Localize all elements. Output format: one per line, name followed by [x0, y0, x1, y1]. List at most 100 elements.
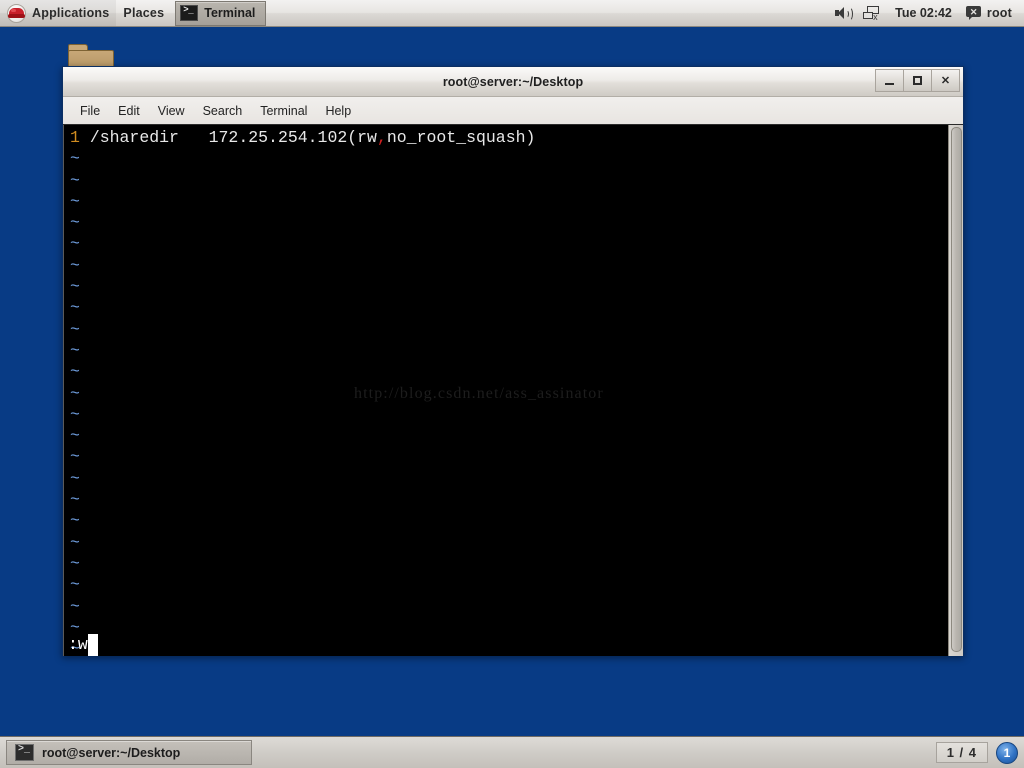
vim-tilde: ~: [70, 277, 80, 297]
vim-empty-line: ~: [64, 212, 948, 233]
vim-empty-line: ~: [64, 446, 948, 467]
vim-line-comma: ,: [376, 128, 387, 147]
menu-file[interactable]: File: [71, 101, 109, 121]
vim-tilde: ~: [70, 298, 80, 318]
menu-edit[interactable]: Edit: [109, 101, 149, 121]
vim-tilde: ~: [70, 575, 80, 595]
task-button-label: root@server:~/Desktop: [42, 745, 181, 760]
vim-tilde: ~: [70, 553, 80, 573]
vim-empty-line: ~: [64, 297, 948, 318]
vim-tilde: ~: [70, 191, 80, 211]
menu-view[interactable]: View: [149, 101, 194, 121]
minimize-button[interactable]: [875, 69, 904, 92]
window-buttons: ✕: [875, 69, 960, 92]
vim-empty-line: ~: [64, 489, 948, 510]
vim-tilde: ~: [70, 149, 80, 169]
vim-tilde: ~: [70, 426, 80, 446]
vim-empty-line: ~: [64, 276, 948, 297]
vim-tilde: ~: [70, 532, 80, 552]
vim-empty-line: ~: [64, 191, 948, 212]
vim-empty-line: ~: [64, 170, 948, 191]
vim-tilde: ~: [70, 511, 80, 531]
vim-tilde: ~: [70, 319, 80, 339]
terminal-scrollbar-thumb[interactable]: [951, 127, 962, 652]
vim-empty-line: ~: [64, 404, 948, 425]
vim-empty-lines: ~ ~ ~ ~ ~ ~ ~ ~ ~ ~ ~ ~ ~ ~ ~ ~ ~ ~ ~ ~ ~ ~ ~ ~: [64, 148, 948, 656]
menu-search[interactable]: Search: [194, 101, 252, 121]
vim-empty-line: ~: [64, 148, 948, 169]
close-icon: ✕: [940, 75, 951, 87]
menu-bar: File Edit View Search Terminal Help: [63, 97, 963, 125]
window-list-item-terminal[interactable]: Terminal: [175, 0, 267, 26]
vim-empty-line: ~: [64, 574, 948, 595]
terminal-icon: [180, 5, 199, 21]
vim-command-text: :w: [68, 635, 88, 654]
vim-line-number: 1: [70, 128, 80, 147]
task-button-terminal[interactable]: root@server:~/Desktop: [6, 740, 252, 765]
vim-empty-line: ~: [64, 510, 948, 531]
window-title: root@server:~/Desktop: [442, 74, 584, 89]
vim-cursor: [87, 634, 98, 656]
window-titlebar[interactable]: root@server:~/Desktop ✕: [63, 67, 963, 97]
menu-terminal[interactable]: Terminal: [251, 101, 316, 121]
redhat-icon: [7, 3, 26, 23]
user-menu-label[interactable]: root: [987, 6, 1020, 20]
window-list: Terminal: [175, 0, 267, 27]
vim-empty-line: ~: [64, 553, 948, 574]
applications-menu[interactable]: Applications: [0, 0, 117, 26]
vim-empty-line: ~: [64, 532, 948, 553]
terminal-scrollbar[interactable]: [948, 125, 963, 656]
vim-tilde: ~: [70, 383, 80, 403]
vim-empty-line: ~: [64, 233, 948, 254]
vim-tilde: ~: [70, 404, 80, 424]
user-menu[interactable]: ✕: [960, 0, 987, 26]
vim-empty-line: ~: [64, 319, 948, 340]
close-button[interactable]: ✕: [931, 69, 960, 92]
vim-buffer[interactable]: 1 /sharedir 172.25.254.102(rw,no_root_sq…: [64, 125, 948, 656]
vim-empty-line: ~: [64, 596, 948, 617]
vim-empty-line: ~: [64, 383, 948, 404]
volume-tray-button[interactable]: [829, 0, 857, 26]
vim-tilde: ~: [70, 340, 80, 360]
vim-line-text-b: no_root_squash): [386, 128, 536, 147]
vim-tilde: ~: [70, 213, 80, 233]
network-tray-button[interactable]: x: [857, 0, 887, 26]
vim-empty-line: ~: [64, 425, 948, 446]
clock[interactable]: Tue 02:42: [887, 6, 960, 20]
places-menu[interactable]: Places: [116, 0, 171, 26]
places-menu-label: Places: [123, 6, 165, 20]
terminal-icon: [15, 744, 34, 761]
vim-line-text-a: /sharedir 172.25.254.102(rw: [89, 128, 377, 147]
maximize-button[interactable]: [903, 69, 932, 92]
notification-badge[interactable]: 1: [996, 741, 1018, 764]
vim-empty-line: ~: [64, 468, 948, 489]
vim-tilde: ~: [70, 490, 80, 510]
vim-empty-line: ~: [64, 255, 948, 276]
system-tray: x Tue 02:42 ✕ root: [829, 0, 1024, 27]
vim-tilde: ~: [70, 170, 80, 190]
vim-empty-line: ~: [64, 340, 948, 361]
vim-empty-line: ~: [64, 361, 948, 382]
desktop: Applications Places Terminal x Tue 02:4: [0, 0, 1024, 768]
vim-tilde: ~: [70, 255, 80, 275]
network-disconnected-icon: x: [863, 5, 881, 21]
vim-line-spacer: [80, 128, 90, 147]
terminal-window: root@server:~/Desktop ✕ File Edit View S…: [62, 66, 964, 656]
workspace-switcher[interactable]: 1 / 4: [935, 742, 988, 763]
applications-menu-label: Applications: [32, 6, 110, 20]
vim-tilde: ~: [70, 234, 80, 254]
top-panel: Applications Places Terminal x Tue 02:4: [0, 0, 1024, 27]
bottom-panel: root@server:~/Desktop 1 / 4 1: [0, 736, 1024, 768]
window-list-item-label: Terminal: [204, 6, 256, 20]
terminal-screen[interactable]: 1 /sharedir 172.25.254.102(rw,no_root_sq…: [63, 125, 963, 656]
user-icon: ✕: [965, 6, 981, 20]
vim-status-line: :w: [64, 634, 948, 656]
menu-help[interactable]: Help: [316, 101, 360, 121]
vim-tilde: ~: [70, 596, 80, 616]
bottom-panel-right: 1 / 4 1: [935, 741, 1024, 764]
vim-tilde: ~: [70, 447, 80, 467]
vim-tilde: ~: [70, 468, 80, 488]
task-list: root@server:~/Desktop: [0, 740, 252, 765]
speaker-icon: [835, 6, 854, 21]
vim-line-1: 1 /sharedir 172.25.254.102(rw,no_root_sq…: [64, 127, 948, 148]
